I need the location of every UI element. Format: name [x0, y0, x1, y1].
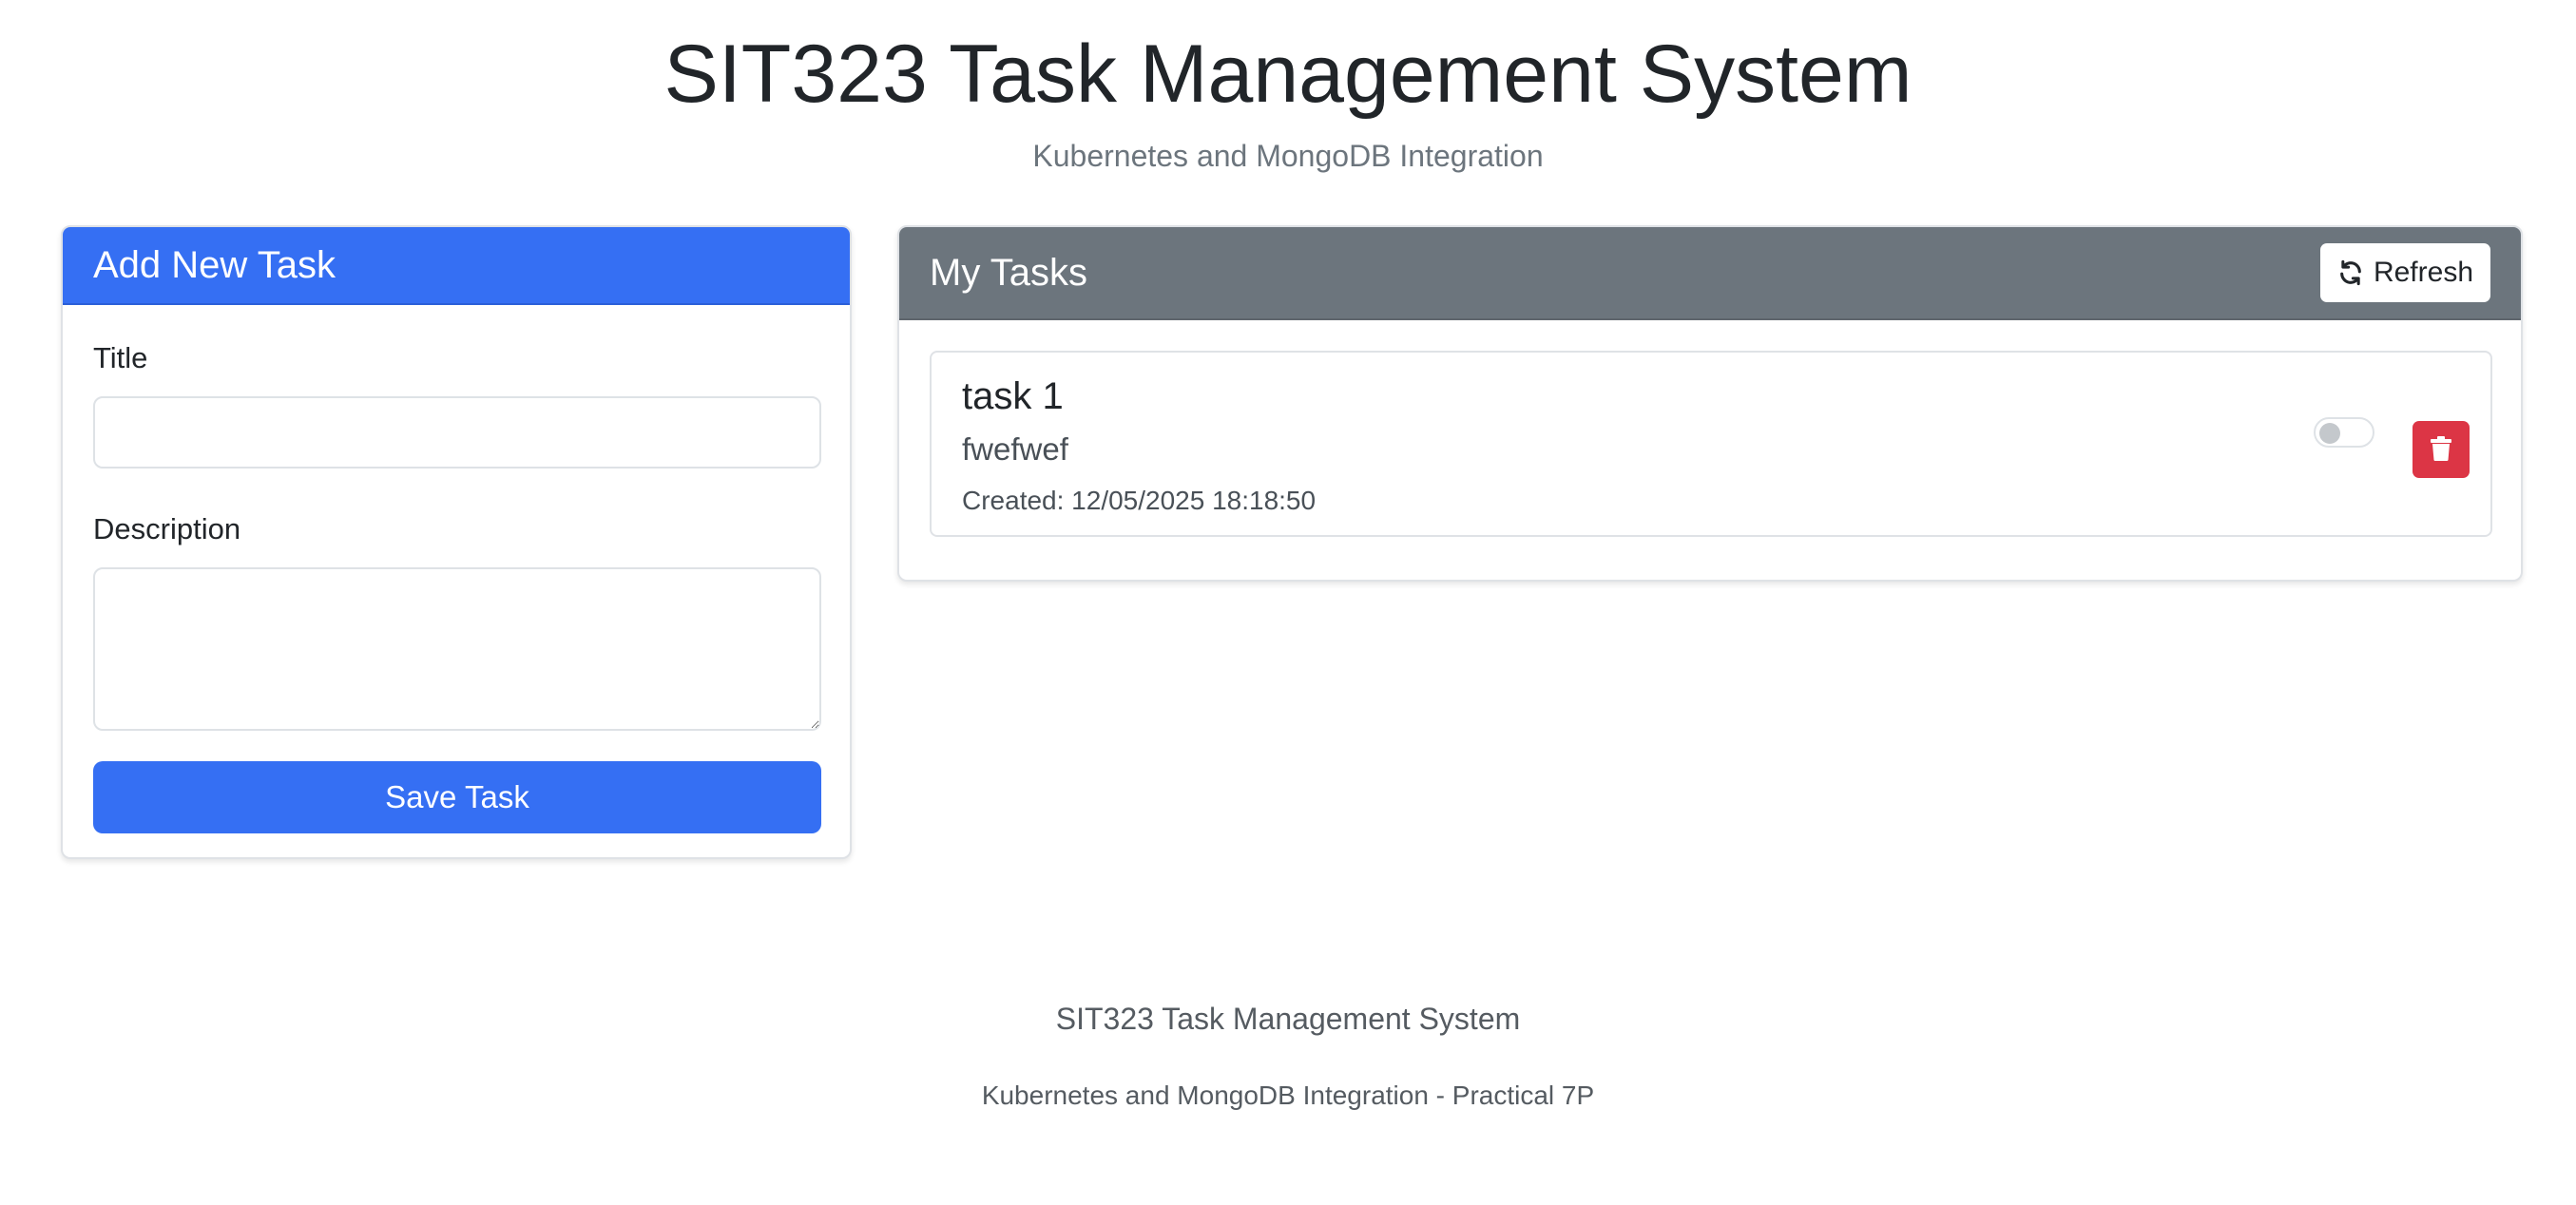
my-tasks-header: My Tasks Refresh [899, 227, 2521, 320]
title-input[interactable] [93, 396, 821, 469]
task-complete-toggle[interactable] [2314, 417, 2374, 448]
my-tasks-card: My Tasks Refresh task 1 fwefwef Created:… [897, 225, 2523, 582]
add-task-heading: Add New Task [93, 243, 336, 286]
delete-task-button[interactable] [2413, 421, 2470, 478]
sync-icon [2337, 259, 2364, 286]
add-task-header: Add New Task [63, 227, 850, 305]
title-label: Title [93, 341, 148, 374]
footer-subtitle: Kubernetes and MongoDB Integration - Pra… [981, 1081, 1595, 1110]
add-task-card: Add New Task Title Description Save Task [61, 225, 852, 859]
task-description: fwefwef [962, 431, 1068, 467]
task-item: task 1 fwefwef Created: 12/05/2025 18:18… [930, 351, 2492, 537]
description-label: Description [93, 512, 241, 545]
page-title: SIT323 Task Management System [663, 29, 1913, 120]
refresh-button[interactable]: Refresh [2319, 243, 2490, 302]
toggle-knob [2319, 423, 2340, 444]
save-task-button[interactable]: Save Task [93, 761, 821, 833]
trash-icon [2429, 435, 2453, 465]
task-title: task 1 [962, 375, 1064, 417]
refresh-label: Refresh [2373, 257, 2473, 288]
add-task-form: Title Description Save Task [63, 339, 850, 833]
footer-title: SIT323 Task Management System [1055, 1002, 1521, 1036]
page-subtitle: Kubernetes and MongoDB Integration [1032, 139, 1544, 173]
description-textarea[interactable] [93, 567, 821, 731]
task-list: task 1 fwefwef Created: 12/05/2025 18:18… [899, 320, 2521, 567]
my-tasks-heading: My Tasks [930, 251, 1087, 294]
task-created-date: Created: 12/05/2025 18:18:50 [962, 486, 1317, 515]
